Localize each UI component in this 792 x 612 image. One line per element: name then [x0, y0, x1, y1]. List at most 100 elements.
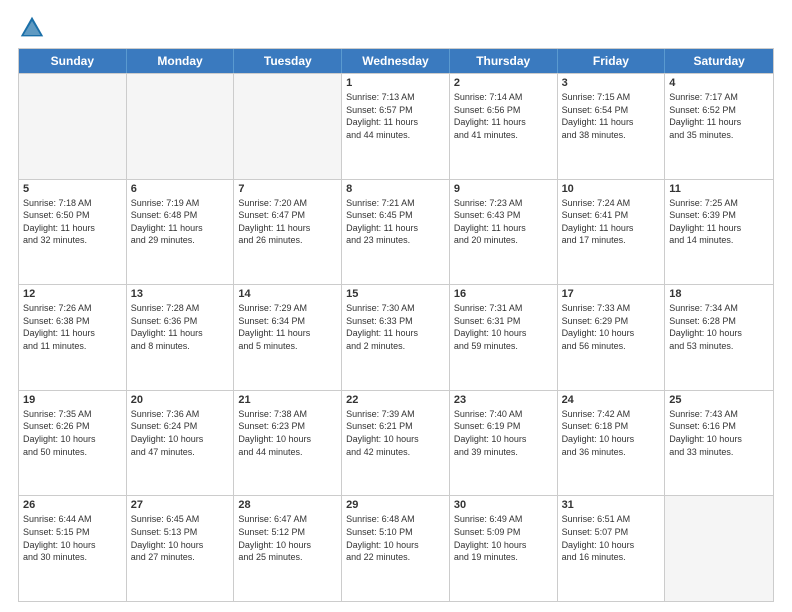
- day-cell-5: 5 Sunrise: 7:18 AM Sunset: 6:50 PM Daylig…: [19, 180, 127, 285]
- day-header-tuesday: Tuesday: [234, 49, 342, 73]
- day-info: Sunrise: 7:31 AM Sunset: 6:31 PM Dayligh…: [454, 302, 553, 352]
- day-number: 6: [131, 183, 230, 195]
- week-row-3: 12 Sunrise: 7:26 AM Sunset: 6:38 PM Dayli…: [19, 284, 773, 390]
- day-cell-3: 3 Sunrise: 7:15 AM Sunset: 6:54 PM Daylig…: [558, 74, 666, 179]
- day-cell-10: 10 Sunrise: 7:24 AM Sunset: 6:41 PM Dayli…: [558, 180, 666, 285]
- day-number: 30: [454, 499, 553, 511]
- day-number: 7: [238, 183, 337, 195]
- day-header-monday: Monday: [127, 49, 235, 73]
- day-number: 29: [346, 499, 445, 511]
- day-cell-2: 2Sunrise: 7:14 AM Sunset: 6:56 PM Daylig…: [450, 74, 558, 179]
- day-cell-23: 23Sunrise: 7:40 AM Sunset: 6:19 PM Dayli…: [450, 391, 558, 496]
- day-cell-24: 24Sunrise: 7:42 AM Sunset: 6:18 PM Dayli…: [558, 391, 666, 496]
- day-cell-8: 8Sunrise: 7:21 AM Sunset: 6:45 PM Daylig…: [342, 180, 450, 285]
- day-number: 16: [454, 288, 553, 300]
- day-number: 18: [669, 288, 769, 300]
- day-cell-empty: [665, 496, 773, 601]
- logo: [18, 14, 48, 42]
- day-info: Sunrise: 7:33 AM Sunset: 6:29 PM Dayligh…: [562, 302, 661, 352]
- day-info: Sunrise: 7:36 AM Sunset: 6:24 PM Dayligh…: [131, 408, 230, 458]
- day-number: 23: [454, 394, 553, 406]
- day-info: Sunrise: 7:14 AM Sunset: 6:56 PM Dayligh…: [454, 91, 553, 141]
- day-cell-20: 20 Sunrise: 7:36 AM Sunset: 6:24 PM Dayli…: [127, 391, 235, 496]
- day-header-wednesday: Wednesday: [342, 49, 450, 73]
- day-info: Sunrise: 6:48 AM Sunset: 5:10 PM Dayligh…: [346, 513, 445, 563]
- day-cell-9: 9Sunrise: 7:23 AM Sunset: 6:43 PM Daylig…: [450, 180, 558, 285]
- day-info: Sunrise: 6:51 AM Sunset: 5:07 PM Dayligh…: [562, 513, 661, 563]
- day-info: Sunrise: 7:29 AM Sunset: 6:34 PM Dayligh…: [238, 302, 337, 352]
- day-cell-21: 21 Sunrise: 7:38 AM Sunset: 6:23 PM Dayli…: [234, 391, 342, 496]
- day-info: Sunrise: 7:26 AM Sunset: 6:38 PM Dayligh…: [23, 302, 122, 352]
- page: SundayMondayTuesdayWednesdayThursdayFrid…: [0, 0, 792, 612]
- day-info: Sunrise: 7:35 AM Sunset: 6:26 PM Dayligh…: [23, 408, 122, 458]
- day-number: 25: [669, 394, 769, 406]
- day-info: Sunrise: 7:17 AM Sunset: 6:52 PM Dayligh…: [669, 91, 769, 141]
- day-number: 15: [346, 288, 445, 300]
- day-cell-16: 16 Sunrise: 7:31 AM Sunset: 6:31 PM Dayli…: [450, 285, 558, 390]
- day-info: Sunrise: 6:49 AM Sunset: 5:09 PM Dayligh…: [454, 513, 553, 563]
- day-number: 20: [131, 394, 230, 406]
- day-number: 24: [562, 394, 661, 406]
- day-info: Sunrise: 7:15 AM Sunset: 6:54 PM Dayligh…: [562, 91, 661, 141]
- day-cell-13: 13 Sunrise: 7:28 AM Sunset: 6:36 PM Dayli…: [127, 285, 235, 390]
- day-number: 26: [23, 499, 122, 511]
- day-cell-15: 15 Sunrise: 7:30 AM Sunset: 6:33 PM Dayli…: [342, 285, 450, 390]
- day-info: Sunrise: 7:13 AM Sunset: 6:57 PM Dayligh…: [346, 91, 445, 141]
- week-row-4: 19 Sunrise: 7:35 AM Sunset: 6:26 PM Dayli…: [19, 390, 773, 496]
- day-header-friday: Friday: [558, 49, 666, 73]
- day-cell-31: 31 Sunrise: 6:51 AM Sunset: 5:07 PM Dayli…: [558, 496, 666, 601]
- day-number: 27: [131, 499, 230, 511]
- day-number: 1: [346, 77, 445, 89]
- day-info: Sunrise: 6:47 AM Sunset: 5:12 PM Dayligh…: [238, 513, 337, 563]
- day-number: 11: [669, 183, 769, 195]
- day-info: Sunrise: 7:38 AM Sunset: 6:23 PM Dayligh…: [238, 408, 337, 458]
- day-number: 4: [669, 77, 769, 89]
- day-info: Sunrise: 7:18 AM Sunset: 6:50 PM Dayligh…: [23, 197, 122, 247]
- week-row-5: 26 Sunrise: 6:44 AM Sunset: 5:15 PM Dayli…: [19, 495, 773, 601]
- day-header-saturday: Saturday: [665, 49, 773, 73]
- day-number: 10: [562, 183, 661, 195]
- day-cell-18: 18 Sunrise: 7:34 AM Sunset: 6:28 PM Dayli…: [665, 285, 773, 390]
- day-info: Sunrise: 7:24 AM Sunset: 6:41 PM Dayligh…: [562, 197, 661, 247]
- day-cell-14: 14Sunrise: 7:29 AM Sunset: 6:34 PM Dayli…: [234, 285, 342, 390]
- day-info: Sunrise: 6:44 AM Sunset: 5:15 PM Dayligh…: [23, 513, 122, 563]
- week-row-1: 1 Sunrise: 7:13 AM Sunset: 6:57 PM Daylig…: [19, 73, 773, 179]
- day-info: Sunrise: 7:30 AM Sunset: 6:33 PM Dayligh…: [346, 302, 445, 352]
- day-cell-26: 26 Sunrise: 6:44 AM Sunset: 5:15 PM Dayli…: [19, 496, 127, 601]
- day-number: 21: [238, 394, 337, 406]
- day-number: 3: [562, 77, 661, 89]
- day-number: 28: [238, 499, 337, 511]
- day-number: 13: [131, 288, 230, 300]
- day-number: 19: [23, 394, 122, 406]
- day-cell-empty: [234, 74, 342, 179]
- day-cell-6: 6Sunrise: 7:19 AM Sunset: 6:48 PM Daylig…: [127, 180, 235, 285]
- day-cell-1: 1 Sunrise: 7:13 AM Sunset: 6:57 PM Daylig…: [342, 74, 450, 179]
- calendar-header-row: SundayMondayTuesdayWednesdayThursdayFrid…: [19, 49, 773, 73]
- day-cell-17: 17 Sunrise: 7:33 AM Sunset: 6:29 PM Dayli…: [558, 285, 666, 390]
- day-number: 5: [23, 183, 122, 195]
- day-info: Sunrise: 6:45 AM Sunset: 5:13 PM Dayligh…: [131, 513, 230, 563]
- day-info: Sunrise: 7:34 AM Sunset: 6:28 PM Dayligh…: [669, 302, 769, 352]
- day-info: Sunrise: 7:39 AM Sunset: 6:21 PM Dayligh…: [346, 408, 445, 458]
- day-number: 31: [562, 499, 661, 511]
- calendar: SundayMondayTuesdayWednesdayThursdayFrid…: [18, 48, 774, 602]
- day-cell-27: 27 Sunrise: 6:45 AM Sunset: 5:13 PM Dayli…: [127, 496, 235, 601]
- day-info: Sunrise: 7:20 AM Sunset: 6:47 PM Dayligh…: [238, 197, 337, 247]
- header: [18, 10, 774, 42]
- day-cell-28: 28 Sunrise: 6:47 AM Sunset: 5:12 PM Dayli…: [234, 496, 342, 601]
- day-cell-4: 4 Sunrise: 7:17 AM Sunset: 6:52 PM Daylig…: [665, 74, 773, 179]
- day-info: Sunrise: 7:28 AM Sunset: 6:36 PM Dayligh…: [131, 302, 230, 352]
- day-number: 22: [346, 394, 445, 406]
- day-number: 9: [454, 183, 553, 195]
- week-row-2: 5 Sunrise: 7:18 AM Sunset: 6:50 PM Daylig…: [19, 179, 773, 285]
- day-cell-empty: [19, 74, 127, 179]
- day-cell-12: 12 Sunrise: 7:26 AM Sunset: 6:38 PM Dayli…: [19, 285, 127, 390]
- day-number: 12: [23, 288, 122, 300]
- day-number: 8: [346, 183, 445, 195]
- day-info: Sunrise: 7:25 AM Sunset: 6:39 PM Dayligh…: [669, 197, 769, 247]
- day-info: Sunrise: 7:43 AM Sunset: 6:16 PM Dayligh…: [669, 408, 769, 458]
- day-number: 17: [562, 288, 661, 300]
- day-cell-empty: [127, 74, 235, 179]
- day-cell-30: 30 Sunrise: 6:49 AM Sunset: 5:09 PM Dayli…: [450, 496, 558, 601]
- day-cell-7: 7 Sunrise: 7:20 AM Sunset: 6:47 PM Daylig…: [234, 180, 342, 285]
